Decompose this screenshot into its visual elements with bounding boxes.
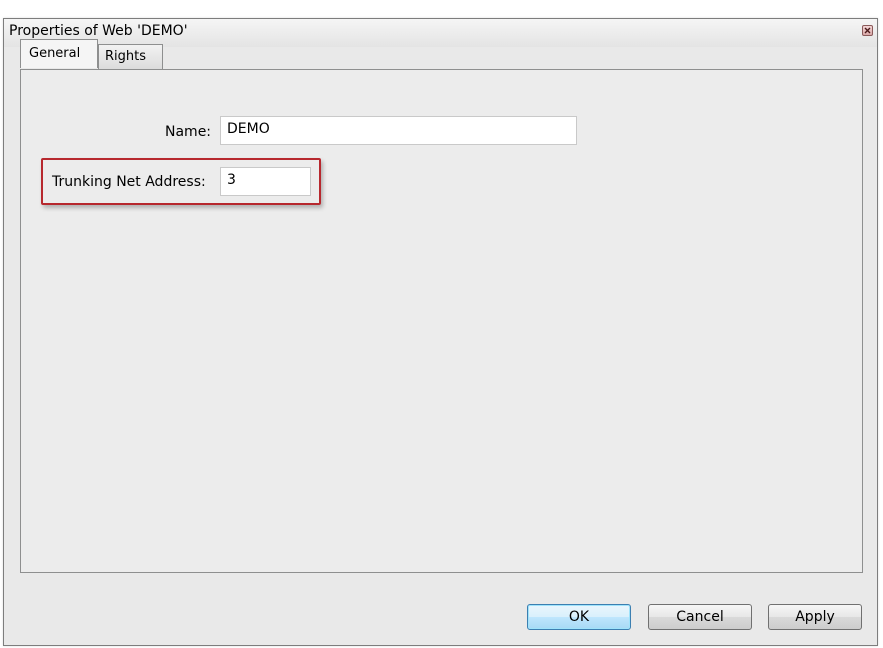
- name-label: Name:: [165, 124, 212, 140]
- ok-button[interactable]: OK: [527, 604, 631, 630]
- tab-general-label: General: [29, 46, 81, 61]
- cancel-button[interactable]: Cancel: [648, 604, 752, 630]
- highlight-annotation: [41, 158, 321, 205]
- tab-general[interactable]: General: [20, 39, 98, 68]
- tab-rights[interactable]: Rights: [98, 44, 163, 69]
- close-icon: [864, 27, 871, 34]
- name-field-value: DEMO: [227, 121, 270, 137]
- apply-button[interactable]: Apply: [768, 604, 862, 630]
- close-button[interactable]: [862, 25, 873, 36]
- title-bar: Properties of Web 'DEMO': [4, 19, 877, 47]
- name-field[interactable]: DEMO: [220, 116, 577, 145]
- window-title: Properties of Web 'DEMO': [9, 23, 188, 39]
- tab-rights-label: Rights: [105, 49, 147, 64]
